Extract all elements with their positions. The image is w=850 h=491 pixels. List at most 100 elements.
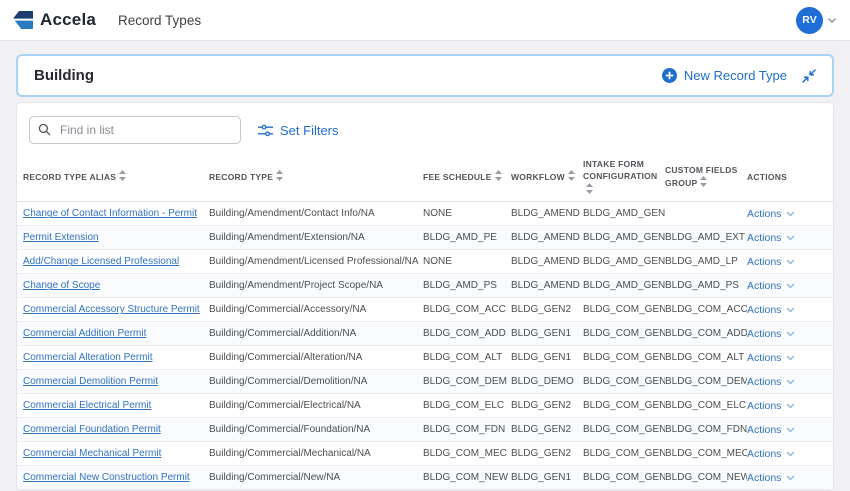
fee-schedule-cell: BLDG_COM_DEM — [423, 370, 511, 394]
sort-icon[interactable] — [495, 170, 502, 184]
module-header-actions: New Record Type — [662, 68, 816, 83]
record-type-alias-link[interactable]: Commercial Demolition Permit — [23, 376, 158, 387]
record-type-cell: Building/Amendment/Licensed Professional… — [209, 250, 423, 274]
actions-menu-button[interactable]: Actions — [747, 298, 795, 322]
actions-label: Actions — [747, 298, 781, 322]
chevron-down-icon — [786, 259, 795, 265]
sort-icon[interactable] — [568, 170, 575, 184]
actions-cell: Actions — [747, 322, 833, 347]
column-header[interactable]: Fee Schedule — [423, 170, 511, 184]
custom-fields-group-cell: BLDG_AMD_EXT — [665, 226, 747, 250]
actions-menu-button[interactable]: Actions — [747, 394, 795, 418]
chevron-down-icon — [786, 403, 795, 409]
actions-menu-button[interactable]: Actions — [747, 322, 795, 346]
record-type-alias-cell: Commercial Alteration Permit — [17, 346, 209, 370]
fee-schedule-cell: NONE — [423, 250, 511, 274]
actions-cell: Actions — [747, 370, 833, 395]
record-type-alias-link[interactable]: Permit Extension — [23, 232, 99, 243]
record-type-alias-link[interactable]: Change of Contact Information - Permit — [23, 208, 197, 219]
column-header[interactable]: Custom Fields Group — [665, 164, 747, 191]
fee-schedule-cell: BLDG_COM_NEW — [423, 466, 511, 490]
record-type-alias-link[interactable]: Commercial Foundation Permit — [23, 424, 161, 435]
record-type-alias-link[interactable]: Change of Scope — [23, 280, 100, 291]
actions-label: Actions — [747, 394, 781, 418]
record-type-alias-cell: Commercial Addition Permit — [17, 322, 209, 346]
sort-icon[interactable] — [119, 170, 126, 184]
search-input[interactable] — [29, 116, 241, 144]
actions-menu-button[interactable]: Actions — [747, 274, 795, 298]
table-body: Change of Contact Information - Permit B… — [17, 202, 833, 490]
custom-fields-group-cell: BLDG_COM_ADD — [665, 322, 747, 346]
column-header[interactable]: Record Type — [209, 170, 423, 184]
custom-fields-group-cell: BLDG_AMD_LP — [665, 250, 747, 274]
chevron-down-icon[interactable] — [827, 17, 837, 24]
record-type-alias-link[interactable]: Commercial Alteration Permit — [23, 352, 152, 363]
actions-label: Actions — [747, 250, 781, 274]
new-record-type-button[interactable]: New Record Type — [662, 68, 787, 83]
actions-label: Actions — [747, 346, 781, 370]
record-type-alias-link[interactable]: Commercial Accessory Structure Permit — [23, 304, 200, 315]
actions-menu-button[interactable]: Actions — [747, 370, 795, 394]
column-header[interactable]: Record Type Alias — [17, 170, 209, 184]
fee-schedule-cell: NONE — [423, 202, 511, 226]
actions-menu-button[interactable]: Actions — [747, 346, 795, 370]
sort-icon[interactable] — [700, 176, 707, 190]
record-type-cell: Building/Commercial/New/NA — [209, 466, 423, 490]
record-type-alias-link[interactable]: Add/Change Licensed Professional — [23, 256, 179, 267]
record-type-cell: Building/Commercial/Alteration/NA — [209, 346, 423, 370]
filter-sliders-icon — [258, 124, 273, 137]
record-type-alias-cell: Commercial Accessory Structure Permit — [17, 298, 209, 322]
actions-cell: Actions — [747, 346, 833, 371]
set-filters-label: Set Filters — [280, 123, 339, 138]
actions-menu-button[interactable]: Actions — [747, 418, 795, 442]
custom-fields-group-cell: BLDG_COM_ALT — [665, 346, 747, 370]
actions-label: Actions — [747, 274, 781, 298]
actions-cell: Actions — [747, 442, 833, 467]
top-bar: Accela Record Types RV — [0, 0, 850, 41]
avatar[interactable]: RV — [796, 7, 823, 34]
sort-icon[interactable] — [276, 170, 283, 184]
record-type-cell: Building/Commercial/Demolition/NA — [209, 370, 423, 394]
table-header-row: Record Type Alias Record Type Fee Schedu… — [17, 154, 833, 202]
record-type-alias-link[interactable]: Commercial Electrical Permit — [23, 400, 151, 411]
actions-menu-button[interactable]: Actions — [747, 250, 795, 274]
chevron-down-icon — [786, 235, 795, 241]
table-row: Commercial Mechanical Permit Building/Co… — [17, 442, 833, 466]
sort-icon[interactable] — [586, 183, 593, 197]
actions-label: Actions — [747, 418, 781, 442]
user-menu[interactable]: RV — [796, 7, 837, 34]
actions-cell: Actions — [747, 466, 833, 491]
record-type-alias-link[interactable]: Commercial Addition Permit — [23, 328, 146, 339]
actions-menu-button[interactable]: Actions — [747, 442, 795, 466]
search-box — [29, 116, 241, 144]
column-header-label: Fee Schedule — [423, 172, 492, 182]
record-type-cell: Building/Amendment/Project Scope/NA — [209, 274, 423, 298]
record-type-alias-cell: Commercial Demolition Permit — [17, 370, 209, 394]
record-type-alias-cell: Commercial Foundation Permit — [17, 418, 209, 442]
intake-form-configuration-cell: BLDG_COM_GEN — [583, 322, 665, 346]
actions-menu-button[interactable]: Actions — [747, 226, 795, 250]
column-header[interactable]: Workflow — [511, 170, 583, 184]
actions-cell: Actions — [747, 418, 833, 443]
record-type-alias-cell: Commercial Mechanical Permit — [17, 442, 209, 466]
module-header-card: Building New Record Type — [16, 54, 834, 97]
actions-label: Actions — [747, 202, 781, 226]
record-type-cell: Building/Commercial/Mechanical/NA — [209, 442, 423, 466]
record-type-alias-cell: Commercial New Construction Permit — [17, 466, 209, 490]
custom-fields-group-cell: BLDG_AMD_PS — [665, 274, 747, 298]
intake-form-configuration-cell: BLDG_COM_GEN — [583, 466, 665, 490]
intake-form-configuration-cell: BLDG_COM_GEN — [583, 394, 665, 418]
record-type-alias-link[interactable]: Commercial Mechanical Permit — [23, 448, 161, 459]
table-toolbar: Set Filters — [17, 103, 833, 154]
workflow-cell: BLDG_GEN2 — [511, 394, 583, 418]
actions-label: Actions — [747, 370, 781, 394]
actions-label: Actions — [747, 442, 781, 466]
chevron-down-icon — [786, 331, 795, 337]
record-type-alias-cell: Permit Extension — [17, 226, 209, 250]
column-header[interactable]: Intake Form Configuration — [583, 158, 665, 197]
actions-cell: Actions — [747, 394, 833, 419]
actions-menu-button[interactable]: Actions — [747, 202, 795, 226]
fee-schedule-cell: BLDG_AMD_PS — [423, 274, 511, 298]
set-filters-button[interactable]: Set Filters — [258, 123, 339, 138]
collapse-icon[interactable] — [802, 69, 816, 83]
